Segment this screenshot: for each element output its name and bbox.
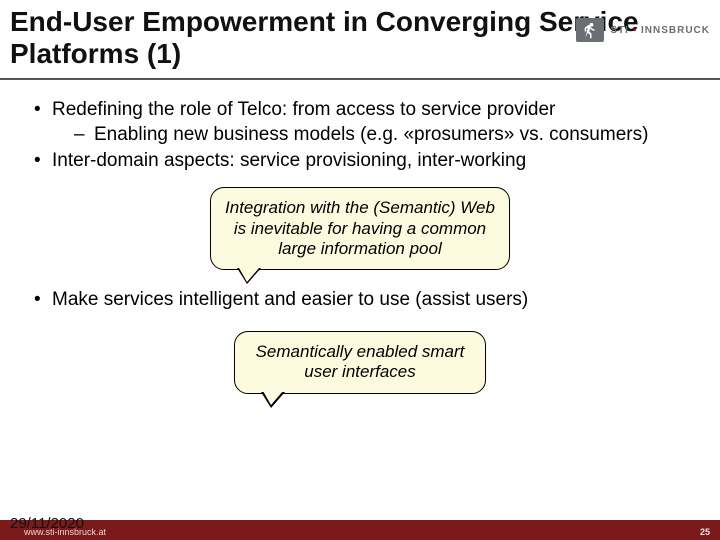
list-item: Redefining the role of Telco: from acces… (30, 98, 690, 147)
bullet-text: Inter-domain aspects: service provisioni… (52, 150, 526, 171)
logo: STI • INNSBRUCK (576, 18, 710, 42)
footer-bar: www.sti-innsbruck.at 25 (0, 520, 720, 540)
bullet-list: Redefining the role of Telco: from acces… (30, 98, 690, 173)
footer-date: 29/11/2020 (10, 515, 84, 532)
callout-text: Integration with the (Semantic) Web is i… (225, 198, 495, 258)
logo-label-right: INNSBRUCK (641, 25, 710, 36)
logo-label-left: STI (610, 25, 629, 36)
person-running-icon (576, 18, 604, 42)
title-area: End-User Empowerment in Converging Servi… (0, 0, 720, 80)
list-item: Inter-domain aspects: service provisioni… (30, 149, 690, 173)
content: Redefining the role of Telco: from acces… (0, 80, 720, 389)
callout-wrap: Semantically enabled smart user interfac… (30, 327, 690, 390)
bullet-text: Redefining the role of Telco: from acces… (52, 99, 555, 120)
callout-bubble: Integration with the (Semantic) Web is i… (210, 187, 510, 270)
slide: End-User Empowerment in Converging Servi… (0, 0, 720, 540)
bullet-sub-text: Enabling new business models (e.g. «pros… (94, 124, 648, 145)
bullet-list: Make services intelligent and easier to … (30, 288, 690, 312)
callout-wrap: Integration with the (Semantic) Web is i… (30, 187, 690, 270)
list-item: Make services intelligent and easier to … (30, 288, 690, 312)
callout-tail-fill-icon (263, 391, 283, 405)
callout-text: Semantically enabled smart user interfac… (256, 342, 465, 381)
logo-text: STI • INNSBRUCK (610, 25, 710, 36)
callout-tail-fill-icon (239, 268, 259, 282)
footer-page: 25 (700, 527, 710, 537)
bullet-text: Make services intelligent and easier to … (52, 289, 528, 310)
callout-bubble: Semantically enabled smart user interfac… (234, 331, 486, 394)
list-item: Enabling new business models (e.g. «pros… (74, 123, 690, 147)
